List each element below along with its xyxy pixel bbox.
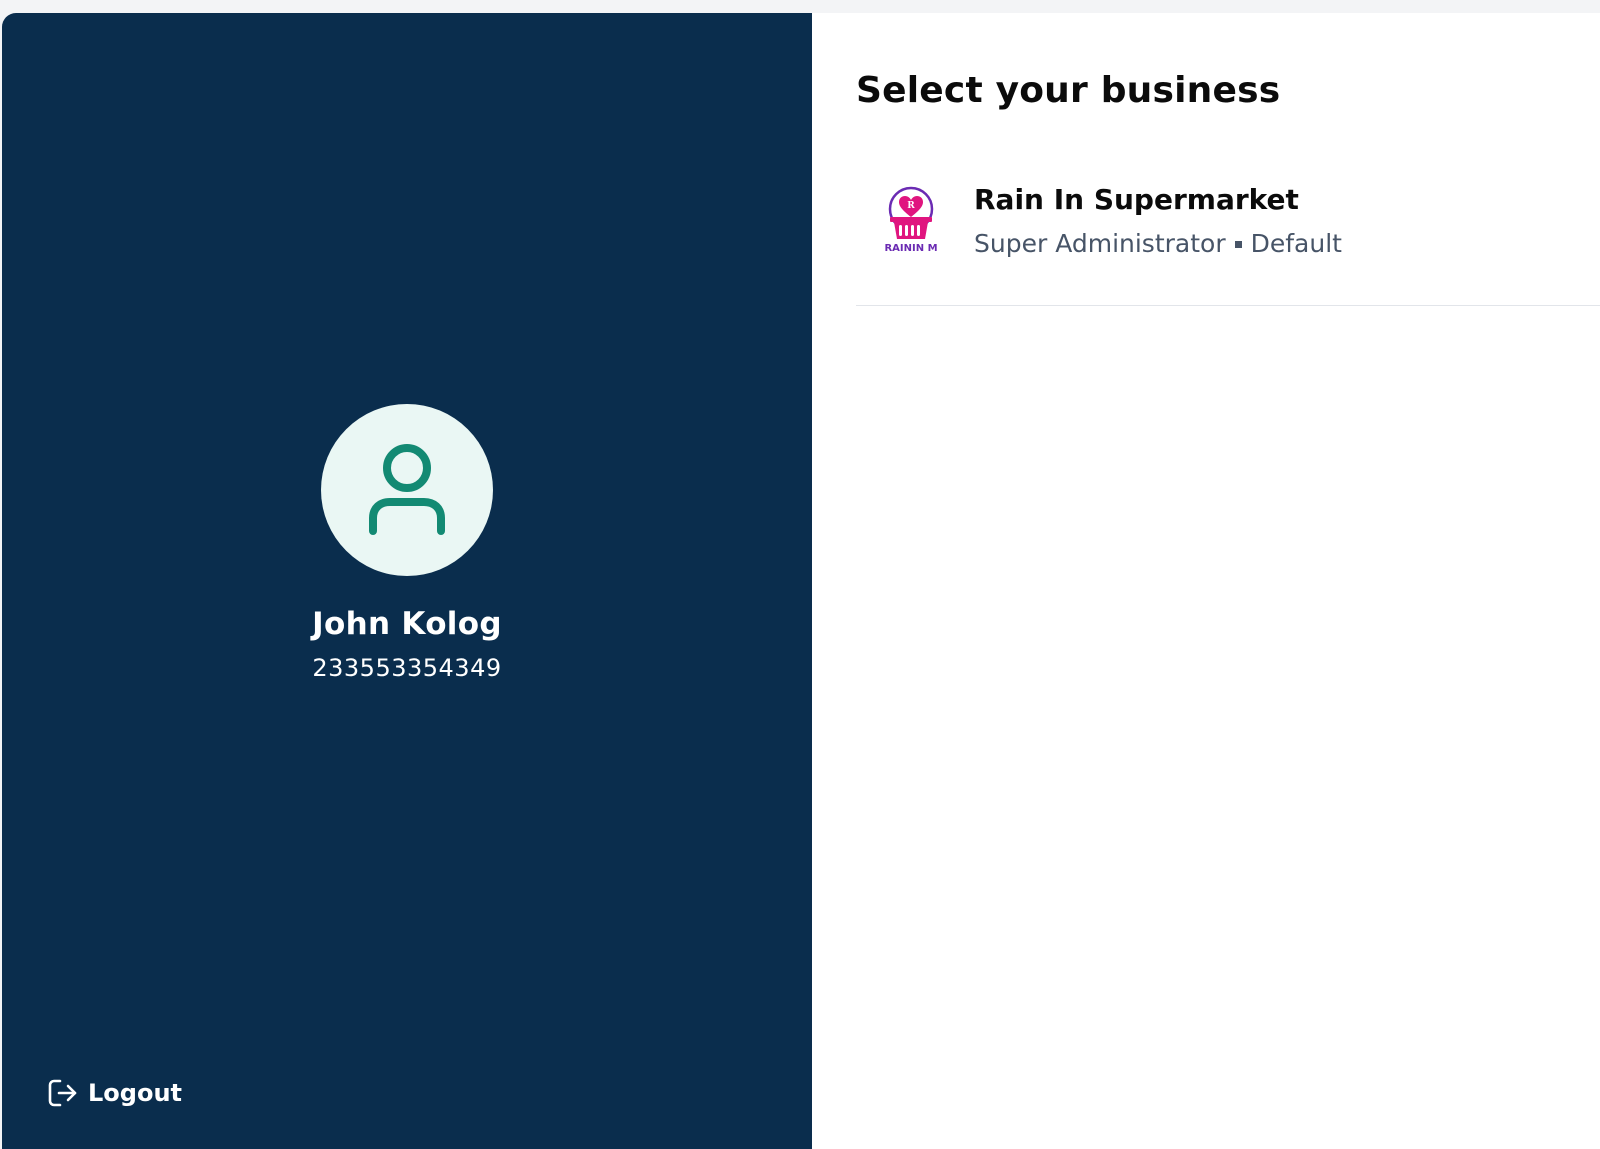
user-icon (369, 444, 445, 535)
meta-separator (1234, 240, 1242, 248)
business-meta: Super Administrator Default (974, 228, 1342, 260)
business-details: Rain In Supermarket Super Administrator … (974, 182, 1342, 260)
user-profile: John Kolog 233553354349 (2, 404, 812, 684)
avatar (321, 404, 493, 576)
business-status: Default (1250, 229, 1342, 258)
business-logo-text: RAININ M (884, 243, 937, 254)
page-title: Select your business (856, 70, 1281, 111)
logout-icon (48, 1079, 77, 1107)
app-window: John Kolog 233553354349 Logout Select yo… (2, 13, 1600, 1149)
business-selection-panel: Select your business R RAININ M Rain In (812, 13, 1600, 1149)
business-name: Rain In Supermarket (974, 183, 1299, 216)
svg-text:R: R (907, 201, 915, 211)
business-role: Super Administrator (974, 229, 1226, 258)
user-phone: 233553354349 (312, 654, 502, 682)
logout-label: Logout (88, 1079, 183, 1107)
user-sidebar: John Kolog 233553354349 Logout (2, 13, 812, 1149)
logout-button[interactable]: Logout (46, 1077, 182, 1109)
business-item-rain-in-supermarket[interactable]: R RAININ M Rain In Supermarket Super Adm… (856, 168, 1600, 306)
business-logo: R RAININ M (878, 184, 944, 258)
user-name: John Kolog (312, 606, 502, 642)
